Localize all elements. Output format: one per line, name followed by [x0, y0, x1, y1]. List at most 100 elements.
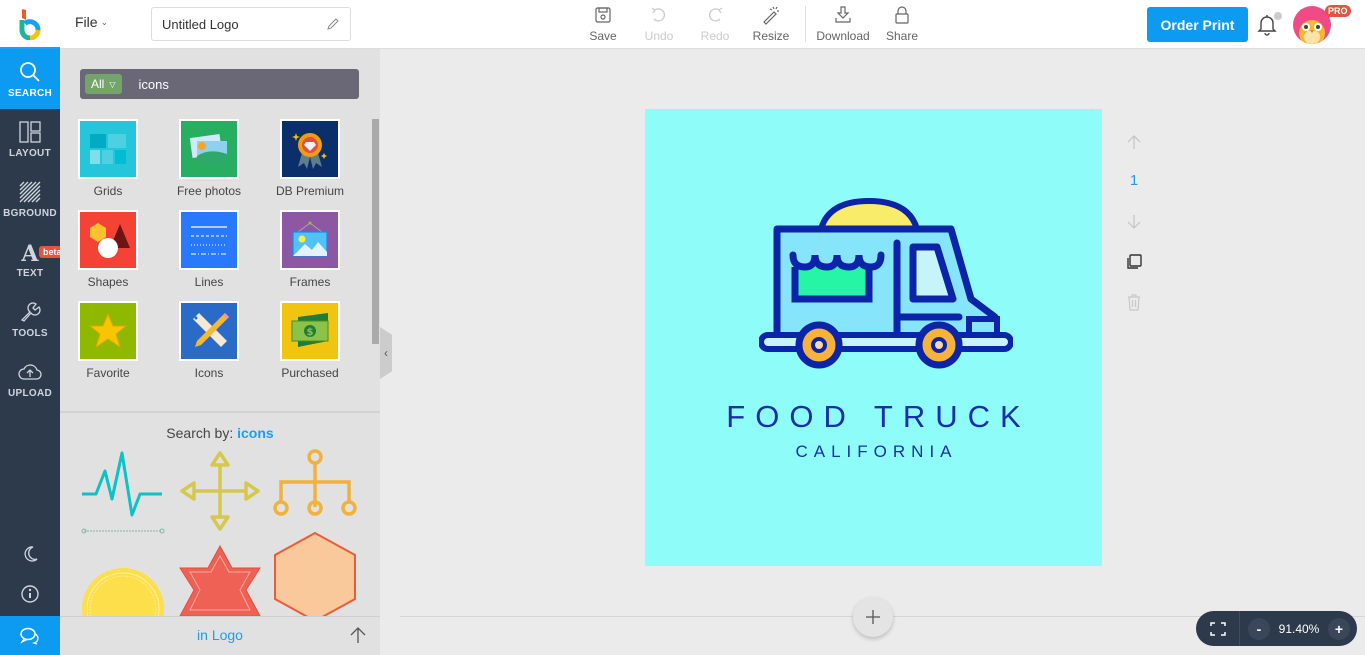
undo-button[interactable]: Undo: [631, 4, 687, 43]
zoom-out-button[interactable]: -: [1248, 617, 1270, 640]
hexagram-star-icon[interactable]: [178, 544, 262, 616]
fullscreen-button[interactable]: [1196, 611, 1240, 646]
moon-icon: [24, 546, 38, 562]
add-page-button[interactable]: [853, 597, 893, 637]
filter-dropdown[interactable]: All ▽: [85, 74, 122, 94]
sidebar-item-label: UPLOAD: [7, 387, 53, 399]
zoom-level: 91.40%: [1278, 621, 1320, 636]
sidebar-item-label: SEARCH: [7, 87, 53, 99]
search-by-term[interactable]: icons: [237, 425, 274, 441]
pulse-line-icon[interactable]: [80, 449, 166, 539]
duplicate-page-button[interactable]: [1122, 250, 1146, 274]
panel-scrollbar[interactable]: [372, 119, 379, 344]
caret-down-icon: ▽: [109, 79, 116, 89]
filter-label: All: [91, 77, 105, 91]
download-button[interactable]: Download: [812, 4, 874, 43]
search-bar: All ▽ icons: [80, 69, 359, 99]
share-button[interactable]: Share: [874, 4, 930, 43]
grids-icon: [78, 119, 138, 179]
category-label: Frames: [289, 275, 331, 289]
pencil-ruler-icon: [179, 301, 239, 361]
category-label: Icons: [194, 366, 224, 380]
delete-page-button[interactable]: [1122, 290, 1146, 314]
logo-subtitle-text[interactable]: CALIFORNIA: [645, 442, 1102, 462]
move-arrows-icon[interactable]: [178, 449, 262, 533]
search-by-label: Search by: icons: [60, 425, 380, 441]
sidebar-item-search[interactable]: SEARCH: [0, 49, 60, 109]
magic-wand-icon: [763, 6, 779, 25]
info-button[interactable]: [0, 574, 60, 614]
design-canvas[interactable]: FOOD TRUCK CALIFORNIA: [645, 109, 1102, 566]
chevron-left-icon: ‹: [384, 346, 388, 360]
page-down-button[interactable]: [1122, 210, 1146, 234]
logo-title-input[interactable]: Untitled Logo: [151, 7, 351, 41]
chat-button[interactable]: [0, 616, 60, 655]
logo-title-text[interactable]: FOOD TRUCK: [645, 399, 1102, 435]
resize-button[interactable]: Resize: [743, 4, 799, 43]
shapes-icon: [78, 210, 138, 270]
hexagon-icon[interactable]: [272, 531, 358, 616]
info-icon: [21, 585, 39, 603]
food-truck-illustration[interactable]: [759, 197, 1013, 369]
search-input[interactable]: icons: [139, 77, 169, 92]
sidebar-item-text[interactable]: A TEXT: [0, 229, 60, 289]
logo-title-value: Untitled Logo: [162, 16, 239, 32]
file-menu[interactable]: File ⌄: [75, 14, 108, 30]
frames-icon: [280, 210, 340, 270]
sun-badge-icon[interactable]: [80, 564, 166, 616]
duplicate-icon: [1127, 254, 1142, 269]
category-grids[interactable]: Grids: [68, 119, 148, 198]
arrow-up-icon: [1127, 135, 1141, 149]
hierarchy-icon[interactable]: [272, 449, 358, 519]
star-icon: [78, 301, 138, 361]
category-label: Free photos: [176, 184, 242, 198]
redo-label: Redo: [700, 29, 730, 43]
category-label: DB Premium: [275, 184, 344, 198]
panel-footer: in Logo: [60, 616, 380, 655]
pencil-icon: [327, 18, 339, 30]
sidebar-item-label: LAYOUT: [9, 147, 51, 159]
page-number: 1: [1129, 172, 1139, 189]
zoom-controls: - 91.40% +: [1196, 611, 1357, 646]
sidebar-item-layout[interactable]: LAYOUT: [0, 109, 60, 169]
category-db-premium[interactable]: DB Premium: [270, 119, 350, 198]
category-frames[interactable]: Frames: [270, 210, 350, 289]
undo-icon: [651, 7, 666, 22]
category-favorite[interactable]: Favorite: [68, 301, 148, 380]
page-up-button[interactable]: [1122, 130, 1146, 154]
layout-icon: [19, 120, 41, 143]
money-icon: $: [280, 301, 340, 361]
wrench-icon: [20, 301, 41, 322]
sidebar-item-label: TOOLS: [12, 327, 48, 339]
svg-text:A: A: [20, 241, 39, 264]
redo-icon: [708, 7, 723, 22]
category-free-photos[interactable]: Free photos: [169, 119, 249, 198]
collapse-panel-button[interactable]: ‹: [380, 327, 392, 379]
cloud-upload-icon: [18, 363, 42, 380]
save-button[interactable]: Save: [575, 4, 631, 43]
redo-button[interactable]: Redo: [687, 4, 743, 43]
category-lines[interactable]: Lines: [169, 210, 249, 289]
zoom-in-button[interactable]: +: [1328, 617, 1350, 640]
sidebar-item-upload[interactable]: UPLOAD: [0, 349, 60, 409]
top-bar: File ⌄ Untitled Logo Save Undo Redo Resi…: [0, 0, 1365, 49]
in-logo-link[interactable]: in Logo: [60, 627, 380, 643]
night-mode-button[interactable]: [0, 534, 60, 574]
category-purchased[interactable]: $ Purchased: [270, 301, 350, 380]
photos-icon: [179, 119, 239, 179]
undo-label: Undo: [644, 29, 674, 43]
category-label: Purchased: [281, 366, 339, 380]
lines-icon: [179, 210, 239, 270]
panel-divider: [60, 411, 380, 413]
save-icon: [595, 7, 611, 23]
app-logo[interactable]: [0, 0, 60, 49]
sidebar-item-background[interactable]: BGROUND: [0, 169, 60, 229]
search-panel: All ▽ icons Grids Free photos DB Premium: [60, 49, 380, 616]
category-label: Favorite: [86, 366, 130, 380]
order-print-button[interactable]: Order Print: [1147, 7, 1248, 42]
arrow-up-icon[interactable]: [348, 625, 368, 645]
category-shapes[interactable]: Shapes: [68, 210, 148, 289]
search-by-prefix: Search by:: [166, 425, 234, 441]
category-icons[interactable]: Icons: [169, 301, 249, 380]
sidebar-item-tools[interactable]: TOOLS: [0, 289, 60, 349]
